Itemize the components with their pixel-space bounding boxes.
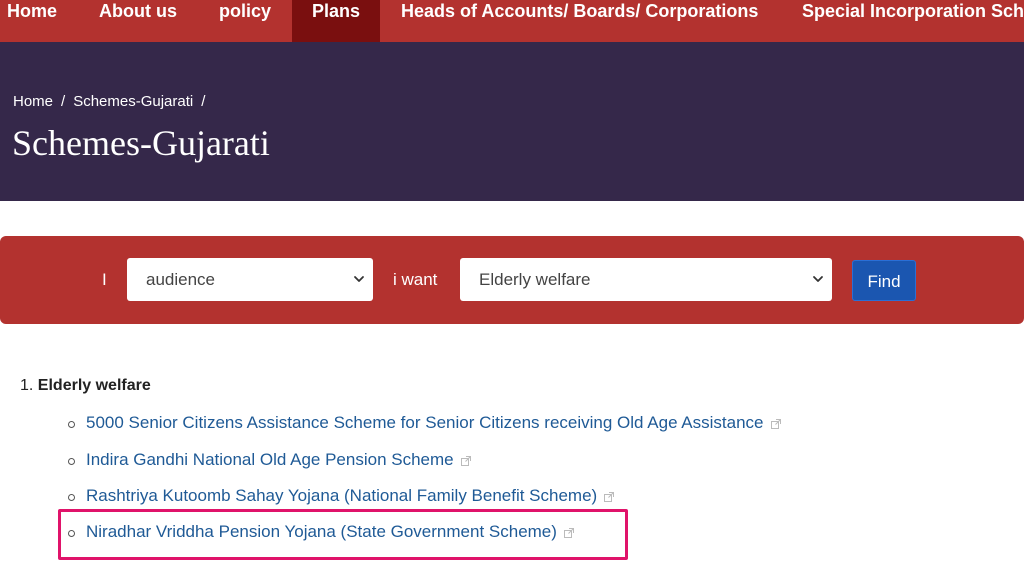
scheme-link[interactable]: Indira Gandhi National Old Age Pension S… <box>86 450 472 470</box>
external-link-icon <box>770 418 781 429</box>
scheme-link-label: 5000 Senior Citizens Assistance Scheme f… <box>86 413 764 432</box>
scheme-link-label: Rashtriya Kutoomb Sahay Yojana (National… <box>86 486 598 505</box>
breadcrumb-separator: / <box>201 93 206 110</box>
chevron-down-icon <box>354 276 364 282</box>
want-select[interactable]: Elderly welfare <box>460 258 832 301</box>
category-heading: 1. Elderly welfare <box>20 377 151 395</box>
find-button[interactable]: Find <box>852 260 916 301</box>
nav-item-about-us[interactable]: About us <box>92 0 184 42</box>
bullet-circle-icon <box>68 458 75 465</box>
category-number: 1. <box>20 377 34 394</box>
nav-item-plans[interactable]: Plans <box>292 0 380 42</box>
filter-label-i-want: i want <box>393 270 438 289</box>
scheme-link-label: Indira Gandhi National Old Age Pension S… <box>86 450 454 469</box>
highlight-box <box>58 509 628 560</box>
chevron-down-icon <box>813 276 823 282</box>
audience-select-value: audience <box>146 270 216 289</box>
top-navigation: Home About us policy Plans Heads of Acco… <box>0 0 1024 42</box>
nav-item-heads-of-accounts[interactable]: Heads of Accounts/ Boards/ Corporations <box>394 0 765 42</box>
page-title: Schemes-Gujarati <box>12 123 270 163</box>
breadcrumb-separator: / <box>61 93 66 110</box>
external-link-icon <box>604 491 615 502</box>
scheme-link[interactable]: Rashtriya Kutoomb Sahay Yojana (National… <box>86 486 615 506</box>
page-header-banner: Home / Schemes-Gujarati / Schemes-Gujarati <box>0 42 1024 201</box>
nav-item-policy[interactable]: policy <box>212 0 278 42</box>
bullet-circle-icon <box>68 494 75 501</box>
breadcrumb-schemes-gujarati[interactable]: Schemes-Gujarati <box>73 93 193 110</box>
want-select-value: Elderly welfare <box>479 270 591 289</box>
scheme-link[interactable]: 5000 Senior Citizens Assistance Scheme f… <box>86 413 782 433</box>
category-title: Elderly welfare <box>37 377 151 394</box>
bullet-circle-icon <box>68 421 75 428</box>
breadcrumb: Home / Schemes-Gujarati / <box>13 93 213 110</box>
filter-label-i: I <box>102 270 107 289</box>
external-link-icon <box>460 455 471 466</box>
breadcrumb-home[interactable]: Home <box>13 93 53 110</box>
nav-item-home[interactable]: Home <box>0 0 64 42</box>
audience-select[interactable]: audience <box>127 258 373 301</box>
scheme-filter-bar: I audience i want Elderly welfare Find <box>0 236 1024 324</box>
nav-item-special-incorporation[interactable]: Special Incorporation Sch <box>795 0 1024 42</box>
